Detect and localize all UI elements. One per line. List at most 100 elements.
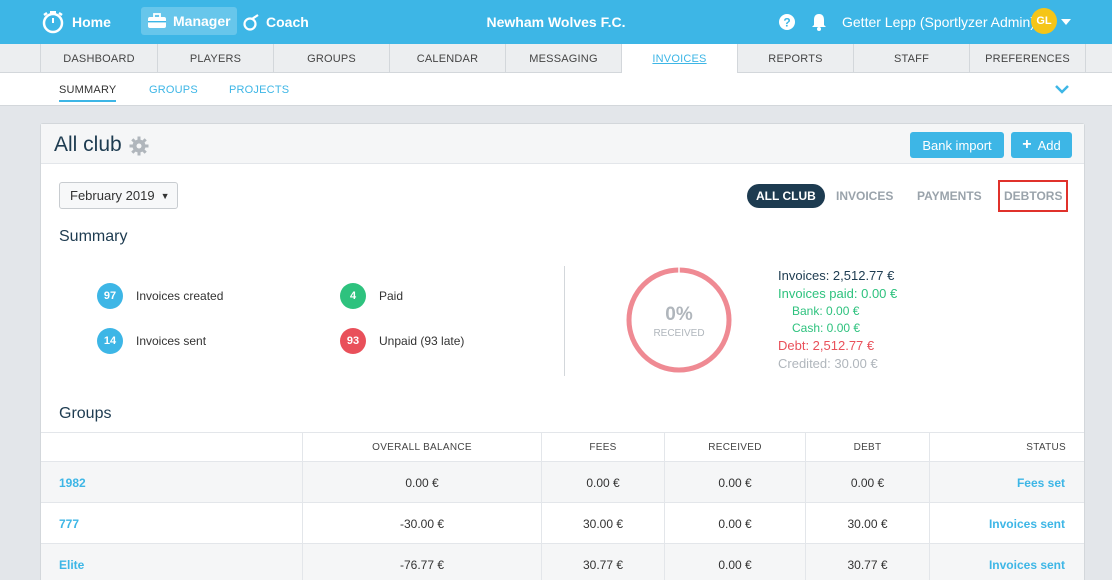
view-tab-invoices[interactable]: INVOICES bbox=[836, 184, 893, 208]
total-debt: Debt: 2,512.77 € bbox=[778, 338, 875, 353]
group-name-link[interactable]: 777 bbox=[59, 503, 79, 544]
tab-players[interactable]: PLAYERS bbox=[157, 44, 273, 73]
total-cash: Cash: 0.00 € bbox=[792, 321, 861, 335]
tab-reports[interactable]: REPORTS bbox=[737, 44, 853, 73]
col-debt: DEBT bbox=[805, 433, 929, 462]
caret-down-icon bbox=[1061, 19, 1071, 25]
groups-title: Groups bbox=[59, 405, 112, 422]
summary-title: Summary bbox=[59, 228, 128, 245]
tab-dashboard[interactable]: DASHBOARD bbox=[40, 44, 157, 73]
stat-label: Unpaid (93 late) bbox=[379, 334, 465, 348]
total-credited: Credited: 30.00 € bbox=[778, 356, 878, 371]
caret-down-icon: ▼ bbox=[160, 190, 170, 201]
coach-link[interactable]: Coach bbox=[242, 0, 309, 44]
page-title: All club bbox=[54, 133, 122, 156]
count-badge: 93 bbox=[340, 328, 366, 354]
count-badge: 97 bbox=[97, 283, 123, 309]
manager-link[interactable]: Manager bbox=[141, 7, 237, 35]
svg-text:?: ? bbox=[783, 16, 790, 30]
home-link[interactable]: Home bbox=[40, 0, 111, 44]
cell-balance: 0.00 € bbox=[302, 462, 541, 503]
table-row: 777 -30.00 € 30.00 € 0.00 € 30.00 € Invo… bbox=[41, 502, 1084, 544]
add-button[interactable]: + Add bbox=[1011, 132, 1072, 158]
main-nav: DASHBOARD PLAYERS GROUPS CALENDAR MESSAG… bbox=[0, 44, 1112, 74]
coach-label: Coach bbox=[266, 14, 309, 30]
plus-icon: + bbox=[1022, 136, 1032, 153]
count-badge: 4 bbox=[340, 283, 366, 309]
cell-fees: 0.00 € bbox=[541, 462, 664, 503]
tab-groups[interactable]: GROUPS bbox=[273, 44, 389, 73]
tab-calendar[interactable]: CALENDAR bbox=[389, 44, 505, 73]
total-paid: Invoices paid: 0.00 € bbox=[778, 286, 898, 301]
help-button[interactable]: ? bbox=[778, 0, 802, 44]
card-header: All club Bank import + Add bbox=[41, 124, 1084, 164]
view-tab-debtors[interactable]: DEBTORS bbox=[998, 180, 1069, 212]
tab-staff[interactable]: STAFF bbox=[853, 44, 969, 73]
stat-invoices-sent: 14 Invoices sent bbox=[97, 328, 206, 354]
bell-icon bbox=[812, 14, 826, 31]
status-link[interactable]: Invoices sent bbox=[929, 503, 1084, 544]
groups-table-header: OVERALL BALANCE FEES RECEIVED DEBT STATU… bbox=[41, 432, 1084, 462]
add-label: Add bbox=[1037, 137, 1061, 153]
avatar[interactable]: GL bbox=[1031, 8, 1057, 34]
chevron-down-icon[interactable] bbox=[1054, 84, 1070, 94]
notifications-button[interactable] bbox=[810, 0, 834, 44]
whistle-icon bbox=[243, 14, 259, 31]
sub-nav: SUMMARY GROUPS PROJECTS bbox=[0, 73, 1112, 106]
subtab-projects[interactable]: PROJECTS bbox=[229, 73, 289, 106]
group-name-link[interactable]: 1982 bbox=[59, 462, 86, 503]
club-summary-card: All club Bank import + Add February 2019… bbox=[40, 123, 1085, 580]
group-name-link[interactable]: Elite bbox=[59, 544, 84, 580]
summary-divider bbox=[564, 266, 565, 376]
tab-messaging[interactable]: MESSAGING bbox=[505, 44, 621, 73]
home-label: Home bbox=[72, 14, 111, 30]
view-tab-payments[interactable]: PAYMENTS bbox=[917, 184, 982, 208]
table-row: 1982 0.00 € 0.00 € 0.00 € 0.00 € Fees se… bbox=[41, 461, 1084, 503]
stat-invoices-created: 97 Invoices created bbox=[97, 283, 223, 309]
subtab-summary[interactable]: SUMMARY bbox=[59, 73, 117, 106]
totals-list: Invoices: 2,512.77 € Invoices paid: 0.00… bbox=[778, 267, 897, 373]
stat-label: Invoices sent bbox=[136, 334, 207, 348]
cell-balance: -76.77 € bbox=[302, 544, 541, 580]
stat-label: Paid bbox=[379, 289, 404, 303]
col-status: STATUS bbox=[929, 433, 1084, 462]
stopwatch-icon bbox=[42, 11, 64, 34]
briefcase-icon bbox=[148, 13, 166, 28]
cell-received: 0.00 € bbox=[664, 462, 805, 503]
total-invoices: Invoices: 2,512.77 € bbox=[778, 268, 895, 283]
cell-balance: -30.00 € bbox=[302, 503, 541, 544]
subtab-groups[interactable]: GROUPS bbox=[149, 73, 198, 106]
col-fees: FEES bbox=[541, 433, 664, 462]
bank-import-button[interactable]: Bank import bbox=[910, 132, 1004, 158]
help-icon: ? bbox=[779, 14, 795, 30]
cell-debt: 30.00 € bbox=[805, 503, 929, 544]
col-received: RECEIVED bbox=[664, 433, 805, 462]
tab-invoices[interactable]: INVOICES bbox=[621, 44, 737, 74]
cell-debt: 0.00 € bbox=[805, 462, 929, 503]
month-value: February 2019 bbox=[70, 188, 155, 203]
status-link[interactable]: Invoices sent bbox=[929, 544, 1084, 580]
stat-paid: 4 Paid bbox=[340, 283, 403, 309]
stat-label: Invoices created bbox=[136, 289, 224, 303]
cell-received: 0.00 € bbox=[664, 503, 805, 544]
user-menu[interactable]: Getter Lepp (Sportlyzer Admin) bbox=[842, 0, 1035, 44]
table-row: Elite -76.77 € 30.77 € 0.00 € 30.77 € In… bbox=[41, 543, 1084, 580]
month-select[interactable]: February 2019 ▼ bbox=[59, 182, 178, 209]
total-bank: Bank: 0.00 € bbox=[792, 304, 860, 318]
cell-fees: 30.00 € bbox=[541, 503, 664, 544]
status-link[interactable]: Fees set bbox=[929, 462, 1084, 503]
received-percent: 0% bbox=[665, 304, 693, 325]
count-badge: 14 bbox=[97, 328, 123, 354]
manager-label: Manager bbox=[173, 13, 231, 29]
cell-fees: 30.77 € bbox=[541, 544, 664, 580]
cell-debt: 30.77 € bbox=[805, 544, 929, 580]
gear-icon[interactable] bbox=[129, 136, 149, 156]
received-label: RECEIVED bbox=[653, 328, 705, 339]
user-menu-caret[interactable] bbox=[1060, 0, 1078, 44]
top-bar: Home Manager Coach Newham Wolves F.C. ? … bbox=[0, 0, 1112, 44]
cell-received: 0.00 € bbox=[664, 544, 805, 580]
tab-preferences[interactable]: PREFERENCES bbox=[969, 44, 1086, 73]
view-tab-all-club[interactable]: ALL CLUB bbox=[747, 184, 825, 208]
col-overall-balance: OVERALL BALANCE bbox=[302, 433, 541, 462]
stat-unpaid: 93 Unpaid (93 late) bbox=[340, 328, 464, 354]
